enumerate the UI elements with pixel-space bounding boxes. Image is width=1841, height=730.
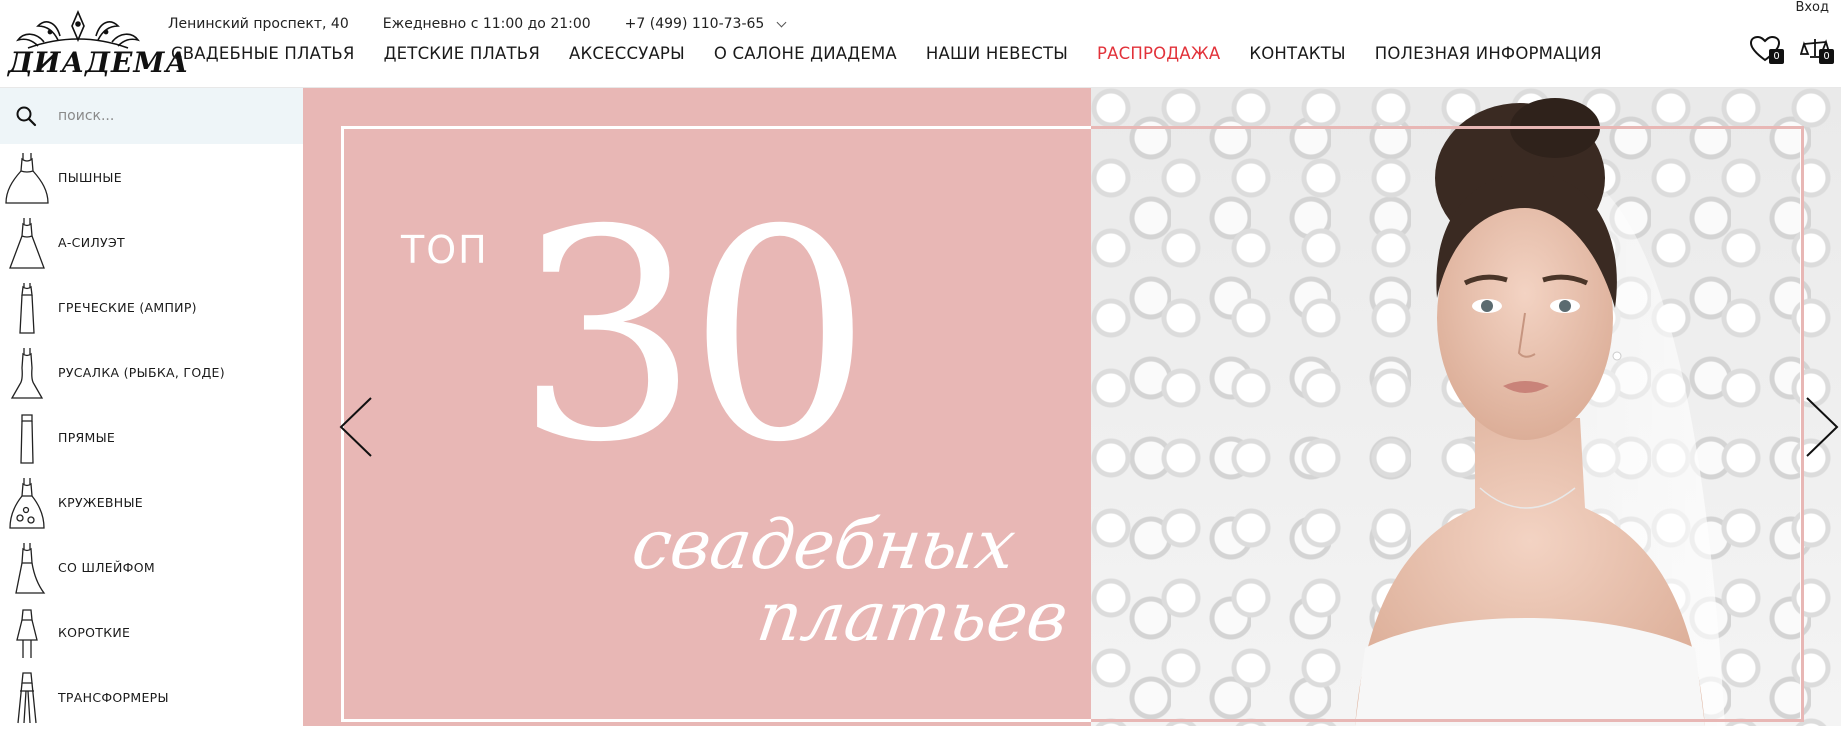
nav-our-brides[interactable]: НАШИ НЕВЕСТЫ (926, 44, 1068, 63)
address-text: Ленинский проспект, 40 (168, 16, 349, 32)
favorites-count-badge: 0 (1769, 49, 1784, 64)
compare-button[interactable]: 0 (1800, 36, 1834, 64)
mermaid-dress-icon (10, 348, 44, 399)
category-sidebar: ПЫШНЫЕ А-СИЛУЭТ ГРЕЧЕСКИЕ (АМПИР) (0, 88, 303, 726)
slider-next-arrow-icon[interactable] (1801, 396, 1841, 458)
nav-useful-info[interactable]: ПОЛЕЗНАЯ ИНФОРМАЦИЯ (1375, 44, 1602, 63)
search-icon[interactable] (15, 105, 37, 127)
nav-wedding-dresses[interactable]: СВАДЕБНЫЕ ПЛАТЬЯ (171, 44, 355, 63)
ball-gown-dress-icon (5, 153, 49, 204)
empire-dress-icon (19, 283, 35, 334)
train-dress-icon (15, 543, 46, 594)
logo-text: ДИАДЕМА (8, 46, 190, 79)
category-item-lace[interactable]: КРУЖЕВНЫЕ (0, 470, 303, 535)
lace-dress-icon (9, 478, 45, 529)
chevron-down-icon[interactable] (776, 17, 787, 27)
category-item-train[interactable]: СО ШЛЕЙФОМ (0, 535, 303, 600)
main-nav: СВАДЕБНЫЕ ПЛАТЬЯ ДЕТСКИЕ ПЛАТЬЯ АКСЕССУА… (171, 44, 1631, 63)
category-item-mermaid[interactable]: РУСАЛКА (РЫБКА, ГОДЕ) (0, 340, 303, 405)
search-box (0, 88, 303, 144)
category-item-short[interactable]: КОРОТКИЕ (0, 600, 303, 665)
nav-kids-dresses[interactable]: ДЕТСКИЕ ПЛАТЬЯ (384, 44, 540, 63)
category-label: ГРЕЧЕСКИЕ (АМПИР) (58, 300, 197, 315)
promo-banner-slider[interactable]: ТОП 30 свадебных платьев (303, 88, 1841, 726)
banner-frame-right (1091, 126, 1804, 722)
search-input[interactable] (56, 102, 286, 130)
site-logo[interactable]: ДИАДЕМА (8, 8, 190, 79)
category-label: РУСАЛКА (РЫБКА, ГОДЕ) (58, 365, 225, 380)
compare-count-badge: 0 (1819, 49, 1834, 64)
category-item-empire[interactable]: ГРЕЧЕСКИЕ (АМПИР) (0, 275, 303, 340)
straight-dress-icon (20, 414, 34, 464)
transformer-dress-icon (17, 672, 37, 724)
nav-contacts[interactable]: КОНТАКТЫ (1249, 44, 1345, 63)
slider-prev-arrow-icon[interactable] (337, 396, 377, 458)
category-label: КОРОТКИЕ (58, 625, 131, 640)
category-item-a-line[interactable]: А-СИЛУЭТ (0, 210, 303, 275)
category-label: КРУЖЕВНЫЕ (58, 495, 143, 510)
category-item-transformer[interactable]: ТРАНСФОРМЕРЫ (0, 665, 303, 730)
category-label: ПЫШНЫЕ (58, 170, 122, 185)
favorites-button[interactable]: 0 (1750, 36, 1784, 64)
nav-accessories[interactable]: АКСЕССУАРЫ (569, 44, 685, 63)
top-info-bar: Ленинский проспект, 40 Ежедневно с 11:00… (168, 14, 787, 34)
category-label: А-СИЛУЭТ (58, 235, 125, 250)
hours-text: Ежедневно с 11:00 до 21:00 (382, 16, 591, 32)
login-link[interactable]: Вход (1795, 0, 1829, 15)
site-header: ДИАДЕМА Ленинский проспект, 40 Ежедневно… (0, 0, 1841, 88)
nav-sale[interactable]: РАСПРОДАЖА (1097, 44, 1220, 63)
category-label: ТРАНСФОРМЕРЫ (58, 690, 169, 705)
nav-about-salon[interactable]: О САЛОНЕ ДИАДЕМА (714, 44, 897, 63)
a-line-dress-icon (9, 218, 45, 269)
short-dress-icon (16, 609, 38, 658)
category-item-straight[interactable]: ПРЯМЫЕ (0, 405, 303, 470)
phone-link[interactable]: +7 (499) 110-73-65 (625, 16, 765, 32)
category-list: ПЫШНЫЕ А-СИЛУЭТ ГРЕЧЕСКИЕ (АМПИР) РУСАЛК… (0, 145, 303, 730)
category-item-ball-gown[interactable]: ПЫШНЫЕ (0, 145, 303, 210)
category-label: ПРЯМЫЕ (58, 430, 116, 445)
category-label: СО ШЛЕЙФОМ (58, 560, 155, 575)
